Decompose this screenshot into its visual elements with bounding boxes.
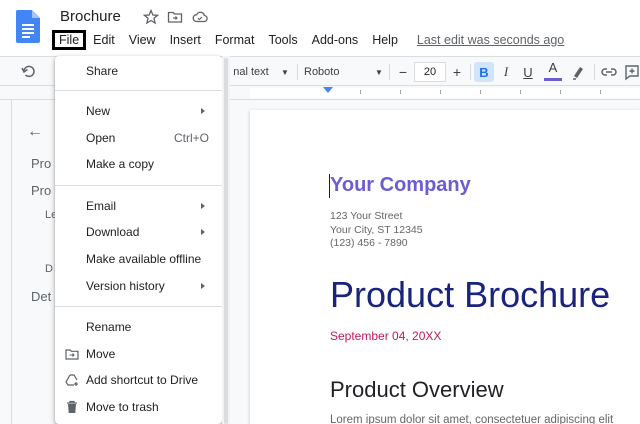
- ruler-tick: [520, 90, 521, 94]
- menu-item-label: Rename: [86, 320, 132, 334]
- title-bar: Brochure File Edit View Insert Format To…: [0, 0, 640, 56]
- menu-addons[interactable]: Add-ons: [305, 32, 366, 48]
- ruler-tick: [600, 90, 601, 94]
- menu-item-new[interactable]: New: [55, 98, 222, 124]
- outline-item[interactable]: D: [45, 263, 53, 275]
- vertical-ruler[interactable]: [0, 100, 12, 424]
- highlight-icon[interactable]: [570, 57, 586, 87]
- menu-tools[interactable]: Tools: [261, 32, 304, 48]
- file-menu: Share New Open Ctrl+O Make a copy Email …: [55, 56, 222, 424]
- ruler-tick: [360, 90, 361, 94]
- menu-help[interactable]: Help: [365, 32, 405, 48]
- address-line-2: Your City, ST 12345: [330, 224, 423, 236]
- menu-item-label: Make available offline: [86, 252, 202, 266]
- increase-font-size-button[interactable]: +: [448, 57, 466, 87]
- menu-item-open[interactable]: Open Ctrl+O: [55, 125, 222, 151]
- toolbar-divider: [470, 64, 471, 80]
- menu-item-label: Download: [86, 225, 140, 239]
- menu-item-label: Share: [86, 64, 119, 78]
- menu-item-label: Move: [86, 347, 116, 361]
- folder-move-icon: [65, 349, 79, 360]
- menu-divider: [55, 306, 222, 307]
- font-dropdown-icon[interactable]: ▼: [374, 57, 384, 87]
- menu-scrollbar-thumb[interactable]: [224, 58, 228, 424]
- menu-item-label: New: [86, 104, 111, 118]
- company-name: Your Company: [330, 174, 471, 196]
- menu-format[interactable]: Format: [208, 32, 262, 48]
- text-color-button[interactable]: A: [544, 57, 562, 81]
- menu-item-shortcut: Ctrl+O: [173, 131, 209, 145]
- menu-item-offline[interactable]: Make available offline: [55, 246, 222, 272]
- undo-icon[interactable]: [20, 57, 38, 87]
- last-edit-link[interactable]: Last edit was seconds ago: [417, 33, 564, 47]
- outline-item[interactable]: Pro: [31, 156, 51, 171]
- menu-file[interactable]: File: [52, 30, 87, 50]
- ruler-tick: [480, 90, 481, 94]
- toolbar-divider: [297, 64, 298, 80]
- ruler-track: [250, 88, 640, 98]
- submenu-arrow-icon: [201, 108, 205, 114]
- outline-item[interactable]: Det: [31, 289, 51, 304]
- brochure-title: Product Brochure: [330, 274, 611, 315]
- section-heading: Product Overview: [330, 377, 504, 402]
- menu-item-make-copy[interactable]: Make a copy: [55, 151, 222, 177]
- toolbar-divider: [594, 64, 595, 80]
- add-comment-icon[interactable]: [624, 57, 640, 87]
- ruler-tick: [400, 90, 401, 94]
- phone-number: (123) 456 - 7890: [330, 237, 408, 249]
- add-shortcut-icon: [65, 374, 78, 386]
- address-line-1: 123 Your Street: [330, 210, 403, 222]
- menu-item-add-shortcut[interactable]: Add shortcut to Drive: [55, 367, 222, 393]
- toolbar-divider: [389, 64, 390, 80]
- indent-marker[interactable]: [323, 87, 333, 93]
- style-dropdown-icon[interactable]: ▼: [280, 57, 290, 87]
- outline-item[interactable]: Pro: [31, 183, 51, 198]
- ruler-tick: [560, 90, 561, 94]
- star-icon[interactable]: [143, 9, 159, 25]
- menu-item-label: Email: [86, 199, 117, 213]
- ruler-tick: [440, 90, 441, 94]
- menu-bar: File Edit View Insert Format Tools Add-o…: [52, 30, 564, 50]
- cloud-saved-icon[interactable]: [192, 9, 208, 25]
- bold-button[interactable]: B: [474, 62, 494, 82]
- menu-item-label: Add shortcut to Drive: [86, 373, 199, 387]
- menu-item-move[interactable]: Move: [55, 341, 222, 367]
- font-size-input[interactable]: 20: [414, 62, 446, 82]
- menu-edit[interactable]: Edit: [86, 32, 122, 48]
- insert-link-icon[interactable]: [600, 57, 618, 87]
- outline-back-arrow-icon[interactable]: ←: [27, 123, 43, 141]
- font-select[interactable]: Roboto: [304, 57, 350, 87]
- paragraph-style-select[interactable]: nal text: [231, 57, 271, 87]
- menu-divider: [55, 185, 222, 186]
- italic-button[interactable]: I: [498, 57, 514, 87]
- document-page[interactable]: Your Company 123 Your Street Your City, …: [250, 110, 640, 424]
- brochure-date: September 04, 20XX: [330, 329, 442, 343]
- move-folder-icon[interactable]: [167, 9, 183, 25]
- menu-item-label: Version history: [86, 279, 165, 293]
- trash-icon: [67, 400, 77, 413]
- menu-item-share[interactable]: Share: [55, 58, 222, 84]
- underline-button[interactable]: U: [520, 57, 536, 87]
- submenu-arrow-icon: [201, 203, 205, 209]
- menu-view[interactable]: View: [122, 32, 163, 48]
- menu-item-label: Move to trash: [86, 400, 159, 414]
- menu-insert[interactable]: Insert: [163, 32, 208, 48]
- menu-divider: [55, 90, 222, 91]
- submenu-arrow-icon: [201, 283, 205, 289]
- menu-item-trash[interactable]: Move to trash: [55, 394, 222, 420]
- menu-item-label: Make a copy: [86, 157, 155, 171]
- menu-item-download[interactable]: Download: [55, 219, 222, 245]
- document-title[interactable]: Brochure: [60, 8, 121, 25]
- submenu-arrow-icon: [201, 229, 205, 235]
- docs-logo-icon[interactable]: [16, 10, 40, 43]
- decrease-font-size-button[interactable]: −: [394, 57, 412, 87]
- body-text: Lorem ipsum dolor sit amet, consectetuer…: [330, 414, 614, 424]
- menu-item-email[interactable]: Email: [55, 193, 222, 219]
- menu-item-label: Open: [86, 131, 116, 145]
- menu-item-rename[interactable]: Rename: [55, 314, 222, 340]
- menu-item-version-history[interactable]: Version history: [55, 273, 222, 299]
